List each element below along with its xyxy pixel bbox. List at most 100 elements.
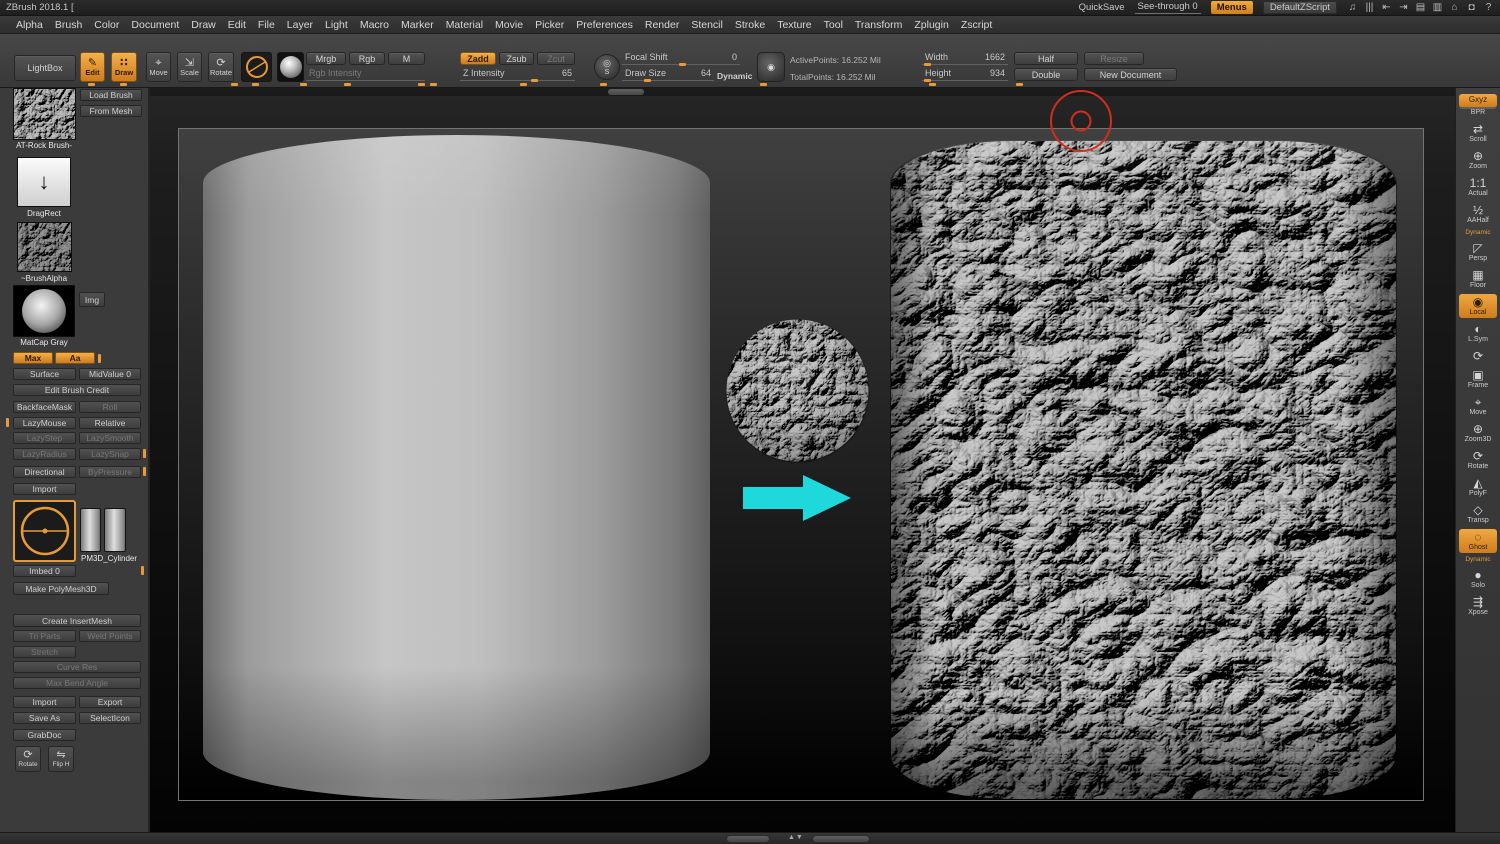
titlebar-monitor-icon[interactable]: ▤ bbox=[1415, 2, 1426, 14]
titlebar-home-icon[interactable]: ⌂ bbox=[1449, 2, 1460, 14]
menu-item-document[interactable]: Document bbox=[125, 18, 185, 32]
menu-item-texture[interactable]: Texture bbox=[771, 18, 817, 32]
rightshelf-aahalf-button[interactable]: ½ AAHalf bbox=[1459, 202, 1497, 226]
export-tool-button[interactable]: Export bbox=[79, 696, 141, 708]
max-button[interactable]: Max bbox=[13, 352, 53, 364]
current-brush-thumbnail[interactable] bbox=[241, 52, 272, 82]
rightshelf-xpose-button[interactable]: ⇶ Xpose bbox=[1459, 594, 1497, 618]
bypressure-button[interactable]: ByPressure bbox=[79, 466, 141, 478]
load-brush-button[interactable]: Load Brush bbox=[80, 89, 142, 101]
rightshelf-local-button[interactable]: ◉ Local bbox=[1459, 294, 1497, 318]
canvas-top-scrollbar-handle[interactable] bbox=[608, 89, 644, 95]
directional-button[interactable]: Directional bbox=[13, 466, 76, 478]
tool-history-thumbnail[interactable] bbox=[104, 508, 126, 552]
resize-button[interactable]: Resize bbox=[1084, 52, 1144, 65]
menu-item-material[interactable]: Material bbox=[440, 18, 489, 32]
menu-item-picker[interactable]: Picker bbox=[529, 18, 570, 32]
titlebar-dual-monitor-icon[interactable]: ▥ bbox=[1432, 2, 1443, 14]
draw-button[interactable]: ∷ Draw bbox=[111, 52, 137, 82]
menu-item-transform[interactable]: Transform bbox=[849, 18, 908, 32]
bottom-scrollbar-handle-left[interactable] bbox=[726, 835, 770, 843]
flip-h-icon-button[interactable]: ⇋ Flip H bbox=[48, 746, 74, 772]
rightshelf-floor-button[interactable]: ▦ Floor bbox=[1459, 267, 1497, 291]
relative-button[interactable]: Relative bbox=[79, 417, 141, 429]
draw-size-slider[interactable]: Draw Size 64 bbox=[622, 68, 714, 81]
m-button[interactable]: M bbox=[388, 52, 425, 65]
mrgb-button[interactable]: Mrgb bbox=[306, 52, 346, 65]
menu-item-stroke[interactable]: Stroke bbox=[729, 18, 771, 32]
max-bend-angle-slider[interactable]: Max Bend Angle bbox=[13, 677, 141, 689]
surface-button[interactable]: Surface bbox=[13, 368, 76, 380]
current-material-thumbnail[interactable] bbox=[277, 52, 304, 82]
tri-parts-button[interactable]: Tri Parts bbox=[13, 630, 76, 642]
lazymouse-button[interactable]: LazyMouse bbox=[13, 417, 76, 429]
create-insertmesh-button[interactable]: Create InsertMesh bbox=[13, 614, 141, 627]
stroke-type-preview[interactable]: ↓ bbox=[17, 157, 71, 207]
lazysnap-slider[interactable]: LazySnap bbox=[79, 448, 141, 460]
rightshelf-dynamic-solo-label[interactable]: Dynamic bbox=[1459, 556, 1497, 564]
rightshelf-persp-button[interactable]: ◸ Persp bbox=[1459, 240, 1497, 264]
rightshelf-rotate-button[interactable]: ⟳ Rotate bbox=[1459, 448, 1497, 472]
menus-button[interactable]: Menus bbox=[1211, 1, 1253, 14]
canvas-top-scrollbar[interactable] bbox=[150, 88, 1455, 96]
bottom-scrollbar-handle-right[interactable] bbox=[812, 835, 870, 843]
menu-item-movie[interactable]: Movie bbox=[489, 18, 529, 32]
matcap-preview[interactable] bbox=[13, 285, 75, 337]
alpha-preview[interactable] bbox=[17, 222, 72, 272]
rightshelf-ghost-button[interactable]: ◌ Ghost bbox=[1459, 529, 1497, 553]
bottom-scroll-arrows[interactable]: ▲▼ bbox=[788, 834, 804, 841]
lightbox-button[interactable]: LightBox bbox=[14, 55, 76, 81]
quicksave-button[interactable]: QuickSave bbox=[1079, 2, 1125, 13]
menu-item-render[interactable]: Render bbox=[639, 18, 685, 32]
titlebar-help-icon[interactable]: ? bbox=[1483, 2, 1494, 14]
stretch-button[interactable]: Stretch bbox=[13, 646, 76, 658]
rightshelf-actual-button[interactable]: 1:1 Actual bbox=[1459, 175, 1497, 199]
select-icon-button[interactable]: SelectIcon bbox=[79, 712, 141, 724]
scale-button[interactable]: ⇲ Scale bbox=[177, 52, 202, 82]
rightshelf-solo-button[interactable]: ● Solo bbox=[1459, 567, 1497, 591]
rightshelf-gxyz-button[interactable]: Gxyz bbox=[1459, 94, 1497, 108]
menu-item-preferences[interactable]: Preferences bbox=[570, 18, 639, 32]
edit-brush-credit-button[interactable]: Edit Brush Credit bbox=[13, 384, 141, 396]
zcut-button[interactable]: Zcut bbox=[537, 52, 575, 65]
weld-points-button[interactable]: Weld Points bbox=[79, 630, 141, 642]
titlebar-pressure-bars-icon[interactable]: ||| bbox=[1364, 2, 1375, 14]
document-width-slider[interactable]: Width 1662 bbox=[922, 52, 1008, 65]
menu-item-zplugin[interactable]: Zplugin bbox=[908, 18, 954, 32]
menu-item-macro[interactable]: Macro bbox=[354, 18, 395, 32]
rightshelf-transp-button[interactable]: ◇ Transp bbox=[1459, 502, 1497, 526]
rotate-button[interactable]: ⟳ Rotate bbox=[208, 52, 234, 82]
rightshelf-dynamic-persp-label[interactable]: Dynamic bbox=[1459, 229, 1497, 237]
current-tool-preview[interactable] bbox=[13, 500, 76, 562]
menu-item-file[interactable]: File bbox=[252, 18, 281, 32]
new-document-button[interactable]: New Document bbox=[1084, 68, 1177, 81]
menu-item-zscript[interactable]: Zscript bbox=[955, 18, 999, 32]
titlebar-lock-icon[interactable]: ◘ bbox=[1466, 2, 1477, 14]
zadd-button[interactable]: Zadd bbox=[460, 52, 496, 65]
import-brush-button[interactable]: Import bbox=[13, 483, 76, 495]
rightshelf-polyf-button[interactable]: ◭ PolyF bbox=[1459, 475, 1497, 499]
lazyradius-slider[interactable]: LazyRadius bbox=[13, 448, 76, 460]
titlebar-speaker-icon[interactable]: ♫ bbox=[1347, 2, 1358, 14]
menu-item-alpha[interactable]: Alpha bbox=[10, 18, 49, 32]
make-polymesh3d-button[interactable]: Make PolyMesh3D bbox=[13, 582, 109, 595]
lazysmooth-slider[interactable]: LazySmooth bbox=[79, 432, 141, 444]
z-intensity-slider[interactable]: Z Intensity 65 bbox=[460, 68, 575, 81]
menu-item-light[interactable]: Light bbox=[319, 18, 354, 32]
move-button[interactable]: ⌖ Move bbox=[146, 52, 171, 82]
rightshelf-lsym-button[interactable]: ◐ L.Sym bbox=[1459, 321, 1497, 345]
double-button[interactable]: Double bbox=[1014, 68, 1078, 81]
rightshelf-frame-button[interactable]: ▣ Frame bbox=[1459, 367, 1497, 391]
titlebar-store-layout-icon[interactable]: ⇤ bbox=[1381, 2, 1392, 14]
tool-history-thumbnail[interactable] bbox=[80, 508, 101, 552]
lazystep-slider[interactable]: LazyStep bbox=[13, 432, 76, 444]
grabdoc-button[interactable]: GrabDoc bbox=[13, 729, 76, 741]
menu-item-draw[interactable]: Draw bbox=[185, 18, 222, 32]
rgb-intensity-slider[interactable]: Rgb Intensity bbox=[306, 68, 425, 81]
rightshelf-zoom-button[interactable]: ⊕ Zoom bbox=[1459, 148, 1497, 172]
document-height-slider[interactable]: Height 934 bbox=[922, 68, 1008, 81]
img-button[interactable]: Img bbox=[79, 292, 105, 307]
stroke-preview-icon[interactable]: ◉ bbox=[757, 52, 785, 82]
focal-shift-slider[interactable]: Focal Shift 0 bbox=[622, 52, 740, 65]
menu-item-edit[interactable]: Edit bbox=[222, 18, 252, 32]
